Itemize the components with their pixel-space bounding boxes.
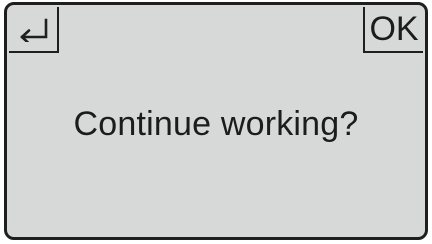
dialog-message: Continue working? <box>73 105 359 143</box>
ok-button[interactable]: OK <box>363 7 423 53</box>
back-button[interactable] <box>9 7 59 53</box>
back-arrow-icon <box>20 18 48 42</box>
lcd-dialog: OK Continue working? <box>4 2 428 240</box>
